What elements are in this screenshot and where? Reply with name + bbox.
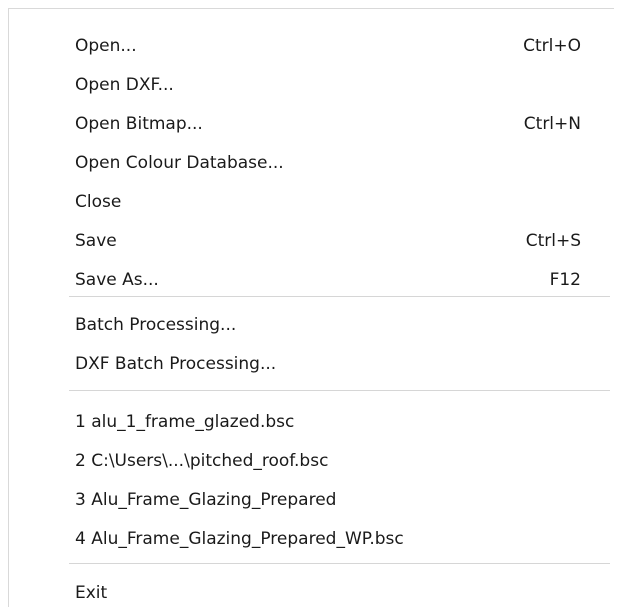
menu-item-shortcut: Ctrl+S: [525, 230, 581, 251]
menu-item-open-bitmap[interactable]: Open Bitmap... Ctrl+N: [9, 104, 614, 143]
menu-item-shortcut: Ctrl+O: [523, 35, 581, 56]
menu-item-shortcut: F12: [549, 269, 581, 290]
menu-item-recent-file-1[interactable]: 1 alu_1_frame_glazed.bsc: [9, 402, 614, 441]
menu-item-recent-file-3[interactable]: 3 Alu_Frame_Glazing_Prepared: [9, 480, 614, 519]
menu-item-batch-processing[interactable]: Batch Processing...: [9, 305, 614, 344]
menu-separator: [69, 296, 610, 297]
menu-item-label: Open...: [75, 35, 137, 56]
menu-item-label: Open Bitmap...: [75, 113, 203, 134]
menu-item-label: 3 Alu_Frame_Glazing_Prepared: [75, 489, 337, 510]
menu-item-label: Batch Processing...: [75, 314, 237, 335]
menu-item-label: Save As...: [75, 269, 159, 290]
file-menu: Open... Ctrl+O Open DXF... Open Bitmap..…: [8, 8, 614, 607]
menu-item-label: Save: [75, 230, 117, 251]
menu-item-open[interactable]: Open... Ctrl+O: [9, 26, 614, 65]
menu-item-label: 2 C:\Users\...\pitched_roof.bsc: [75, 450, 329, 471]
menu-separator: [69, 390, 610, 391]
menu-separator: [69, 563, 610, 564]
menu-item-dxf-batch-processing[interactable]: DXF Batch Processing...: [9, 344, 614, 383]
menu-item-save-as[interactable]: Save As... F12: [9, 260, 614, 299]
menu-item-close[interactable]: Close: [9, 182, 614, 221]
menu-item-exit[interactable]: Exit: [9, 573, 614, 612]
menu-item-open-dxf[interactable]: Open DXF...: [9, 65, 614, 104]
menu-item-shortcut: Ctrl+N: [523, 113, 581, 134]
menu-item-recent-file-4[interactable]: 4 Alu_Frame_Glazing_Prepared_WP.bsc: [9, 519, 614, 558]
menu-item-label: Close: [75, 191, 122, 212]
menu-item-label: Exit: [75, 582, 108, 603]
menu-item-label: DXF Batch Processing...: [75, 353, 277, 374]
menu-item-save[interactable]: Save Ctrl+S: [9, 221, 614, 260]
menu-item-label: 1 alu_1_frame_glazed.bsc: [75, 411, 295, 432]
menu-item-label: 4 Alu_Frame_Glazing_Prepared_WP.bsc: [75, 528, 404, 549]
menu-item-recent-file-2[interactable]: 2 C:\Users\...\pitched_roof.bsc: [9, 441, 614, 480]
menu-item-open-colour-database[interactable]: Open Colour Database...: [9, 143, 614, 182]
menu-item-label: Open Colour Database...: [75, 152, 284, 173]
menu-item-label: Open DXF...: [75, 74, 174, 95]
